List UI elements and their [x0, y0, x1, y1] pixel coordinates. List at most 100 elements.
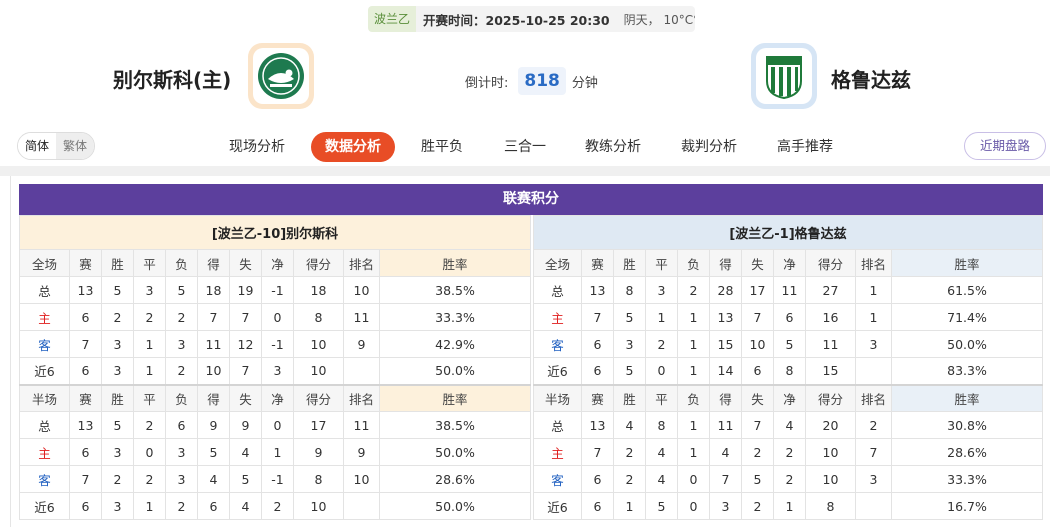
stat-cell: 16 — [805, 303, 856, 331]
stat-cell: 5 — [645, 492, 678, 520]
column-header: 净 — [773, 249, 806, 277]
column-header: 失 — [229, 383, 262, 412]
stat-cell: 3 — [165, 438, 198, 466]
lang-traditional[interactable]: 繁体 — [56, 133, 95, 159]
stat-cell: 2 — [677, 276, 710, 304]
panel-title: 联赛积分 — [19, 184, 1043, 215]
stat-cell: 2 — [613, 465, 646, 493]
row-label: 客 — [533, 465, 582, 493]
stat-cell: 6 — [773, 303, 806, 331]
stat-cell: 15 — [709, 330, 742, 358]
table-row: 总 13 8 3 2 28 17 11 27 1 61.5% — [533, 276, 1043, 304]
recent-handicap-button[interactable]: 近期盘路 — [964, 132, 1046, 160]
stat-cell: 0 — [261, 303, 294, 331]
stat-cell: 7 — [229, 303, 262, 331]
stat-cell: 1 — [677, 303, 710, 331]
home-team-logo[interactable] — [248, 43, 314, 109]
stat-cell: 0 — [645, 357, 678, 385]
home-team-name[interactable]: 别尔斯科(主) — [113, 64, 231, 93]
stat-cell: 33.3% — [379, 303, 531, 331]
tab-win-draw-loss[interactable]: 胜平负 — [421, 132, 463, 162]
stat-cell: 6 — [69, 303, 102, 331]
tab-live-analysis[interactable]: 现场分析 — [229, 132, 285, 162]
row-label: 近6 — [533, 357, 582, 385]
stat-cell: 2 — [773, 465, 806, 493]
stat-cell: 83.3% — [891, 357, 1043, 385]
stat-cell: 0 — [677, 465, 710, 493]
column-header: 全场 — [533, 249, 582, 277]
away-team-logo[interactable] — [751, 43, 817, 109]
row-label: 主 — [19, 438, 70, 466]
stat-cell: 7 — [69, 465, 102, 493]
row-label: 主 — [533, 303, 582, 331]
stat-cell: -1 — [261, 330, 294, 358]
column-header: 失 — [741, 249, 774, 277]
tab-coach-analysis[interactable]: 教练分析 — [585, 132, 641, 162]
stat-cell: 42.9% — [379, 330, 531, 358]
stat-cell: 5 — [773, 330, 806, 358]
lang-simplified[interactable]: 简体 — [18, 133, 57, 159]
tab-data-analysis[interactable]: 数据分析 — [311, 132, 395, 162]
stat-cell: 3 — [855, 465, 892, 493]
language-toggle[interactable]: 简体 繁体 — [17, 132, 96, 160]
tab-expert-picks[interactable]: 高手推荐 — [777, 132, 833, 162]
stat-cell: 5 — [165, 276, 198, 304]
stat-cell: 10 — [197, 357, 230, 385]
away-standings: [波兰乙-1]格鲁达兹 全场赛胜平负得失净得分 排名 胜率总 13 8 3 2 28 17 11 27… — [533, 215, 1043, 520]
section-divider — [0, 166, 1050, 176]
row-label: 主 — [533, 438, 582, 466]
column-header: 胜 — [101, 249, 134, 277]
stat-cell: 50.0% — [379, 357, 531, 385]
stat-cell: 4 — [229, 492, 262, 520]
stat-cell: 5 — [197, 438, 230, 466]
column-header: 得分 — [805, 249, 856, 277]
stat-cell: 9 — [293, 438, 344, 466]
stat-cell: 9 — [343, 438, 380, 466]
home-standings-table: [波兰乙-10]别尔斯科 全场赛胜平负得失净得分 排名 胜率总 13 5 3 5 18 19 -1 1… — [19, 215, 531, 520]
tab-referee-analysis[interactable]: 裁判分析 — [681, 132, 737, 162]
row-label: 主 — [19, 303, 70, 331]
countdown: 倒计时: 818 分钟 — [465, 67, 598, 95]
stat-cell: 1 — [773, 492, 806, 520]
stat-cell: 17 — [293, 411, 344, 439]
stat-cell: 2 — [741, 438, 774, 466]
stat-cell: 6 — [69, 492, 102, 520]
stat-cell: 18 — [293, 276, 344, 304]
row-label: 客 — [533, 330, 582, 358]
column-header: 平 — [133, 383, 166, 412]
stat-cell: 7 — [581, 438, 614, 466]
column-header: 负 — [677, 249, 710, 277]
stat-cell: 2 — [101, 303, 134, 331]
stat-cell: 11 — [343, 303, 380, 331]
column-header: 平 — [645, 383, 678, 412]
column-header: 负 — [165, 383, 198, 412]
stat-cell: 5 — [613, 303, 646, 331]
tab-three-in-one[interactable]: 三合一 — [504, 132, 546, 162]
away-team-name[interactable]: 格鲁达兹 — [831, 64, 911, 93]
stat-cell: 18 — [197, 276, 230, 304]
stat-cell: 2 — [133, 303, 166, 331]
stat-cell: 13 — [69, 411, 102, 439]
countdown-label: 倒计时: — [465, 75, 509, 91]
column-header: 失 — [741, 383, 774, 412]
stat-cell: 11 — [805, 330, 856, 358]
stat-cell: 4 — [197, 465, 230, 493]
table-row: 近6 6 5 0 1 14 6 8 15 83.3% — [533, 357, 1043, 385]
row-label: 近6 — [19, 492, 70, 520]
stat-cell: 0 — [133, 438, 166, 466]
away-table-title-row: [波兰乙-1]格鲁达兹 — [533, 215, 1043, 250]
league-badge[interactable]: 波兰乙 — [368, 6, 417, 32]
column-header: 排名 — [855, 249, 892, 277]
stat-cell: 1 — [677, 357, 710, 385]
stat-cell: 2 — [741, 492, 774, 520]
column-header: 排名 — [343, 383, 380, 412]
stat-cell: 33.3% — [891, 465, 1043, 493]
stat-cell: 6 — [581, 357, 614, 385]
stat-cell: 30.8% — [891, 411, 1043, 439]
stat-cell: 38.5% — [379, 411, 531, 439]
column-header: 半场 — [19, 383, 70, 412]
table-row: 总 13 4 8 1 11 7 4 20 2 30.8% — [533, 411, 1043, 439]
away-full-header-row: 全场赛胜平负得失净得分 排名 胜率 — [533, 249, 1043, 277]
stat-cell: 28 — [709, 276, 742, 304]
match-info-bar: 波兰乙 开赛时间：2025-10-25 20:30 阴天， 10°C℃ — [368, 6, 695, 32]
